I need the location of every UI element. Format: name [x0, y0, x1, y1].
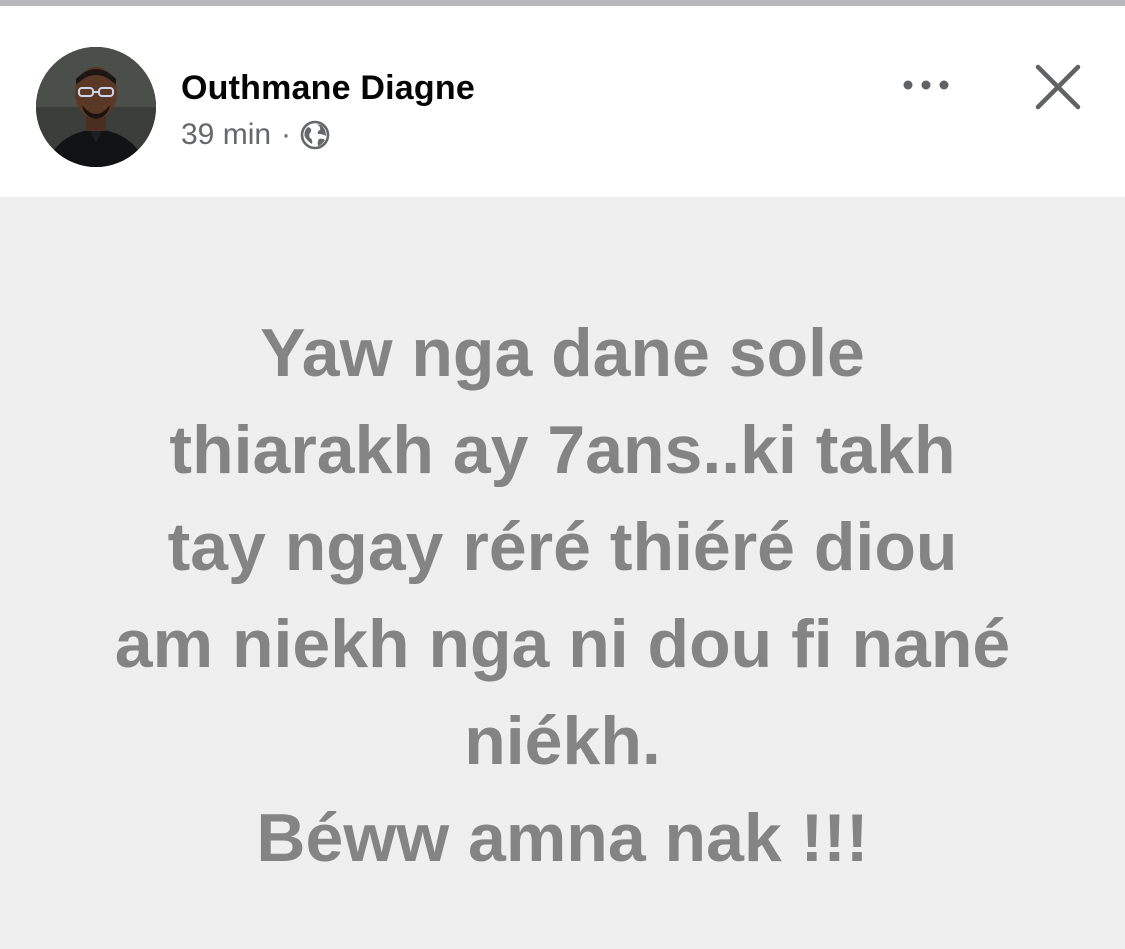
- post-text: Yaw nga dane sole thiarakh ay 7ans..ki t…: [60, 305, 1065, 887]
- close-icon[interactable]: [1030, 59, 1086, 115]
- post-text-line: thiarakh ay 7ans..ki takh: [169, 412, 956, 488]
- post-text-line: tay ngay réré thiéré diou: [167, 509, 958, 585]
- post-meta: 39 min ·: [181, 117, 331, 153]
- meta-separator: ·: [281, 118, 292, 151]
- post-text-line: niékh.: [464, 703, 661, 779]
- post-header: Outhmane Diagne 39 min ·: [0, 9, 1125, 197]
- author-avatar[interactable]: [36, 47, 156, 167]
- top-divider: [0, 0, 1125, 9]
- post-text-line: am niekh nga ni dou fi nané: [114, 606, 1011, 682]
- more-horizontal-icon[interactable]: [896, 67, 960, 103]
- globe-icon[interactable]: [299, 119, 331, 151]
- post-time[interactable]: 39 min: [181, 118, 271, 152]
- post-text-line: Yaw nga dane sole: [260, 315, 865, 391]
- author-name[interactable]: Outhmane Diagne: [181, 69, 475, 108]
- post-text-line: Béww amna nak !!!: [256, 800, 869, 876]
- post-body: Yaw nga dane sole thiarakh ay 7ans..ki t…: [0, 197, 1125, 949]
